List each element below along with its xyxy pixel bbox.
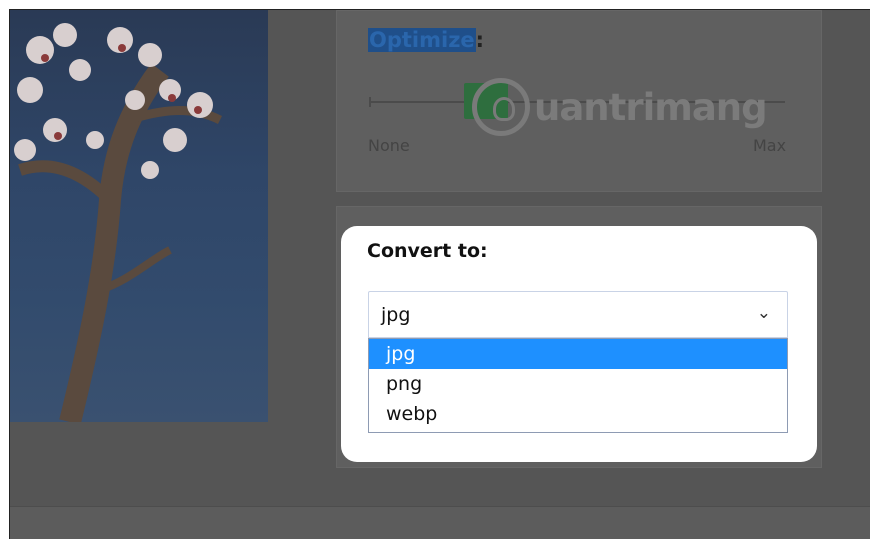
format-option-jpg[interactable]: jpg (369, 339, 787, 369)
format-select[interactable]: jpg ⌄ (368, 291, 788, 338)
watermark: uantrimang (472, 72, 812, 142)
format-dropdown-list: jpg png webp (368, 338, 788, 433)
slider-min-label: None (368, 136, 410, 155)
convert-title: Convert to: (367, 240, 488, 262)
lightbulb-icon (472, 78, 530, 136)
format-option-png[interactable]: png (369, 369, 787, 399)
format-option-webp[interactable]: webp (369, 399, 787, 429)
chevron-down-icon[interactable]: ⌄ (757, 303, 771, 323)
optimize-title-suffix: : (475, 28, 485, 52)
optimize-title-text: Optimize (368, 28, 476, 52)
optimize-title: Optimize: (368, 28, 484, 52)
format-select-value: jpg (381, 304, 411, 326)
preview-image (10, 10, 268, 422)
convert-card: Convert to: jpg ⌄ jpg png webp (341, 226, 817, 462)
watermark-text: uantrimang (534, 85, 768, 129)
footer-bar (10, 506, 870, 539)
